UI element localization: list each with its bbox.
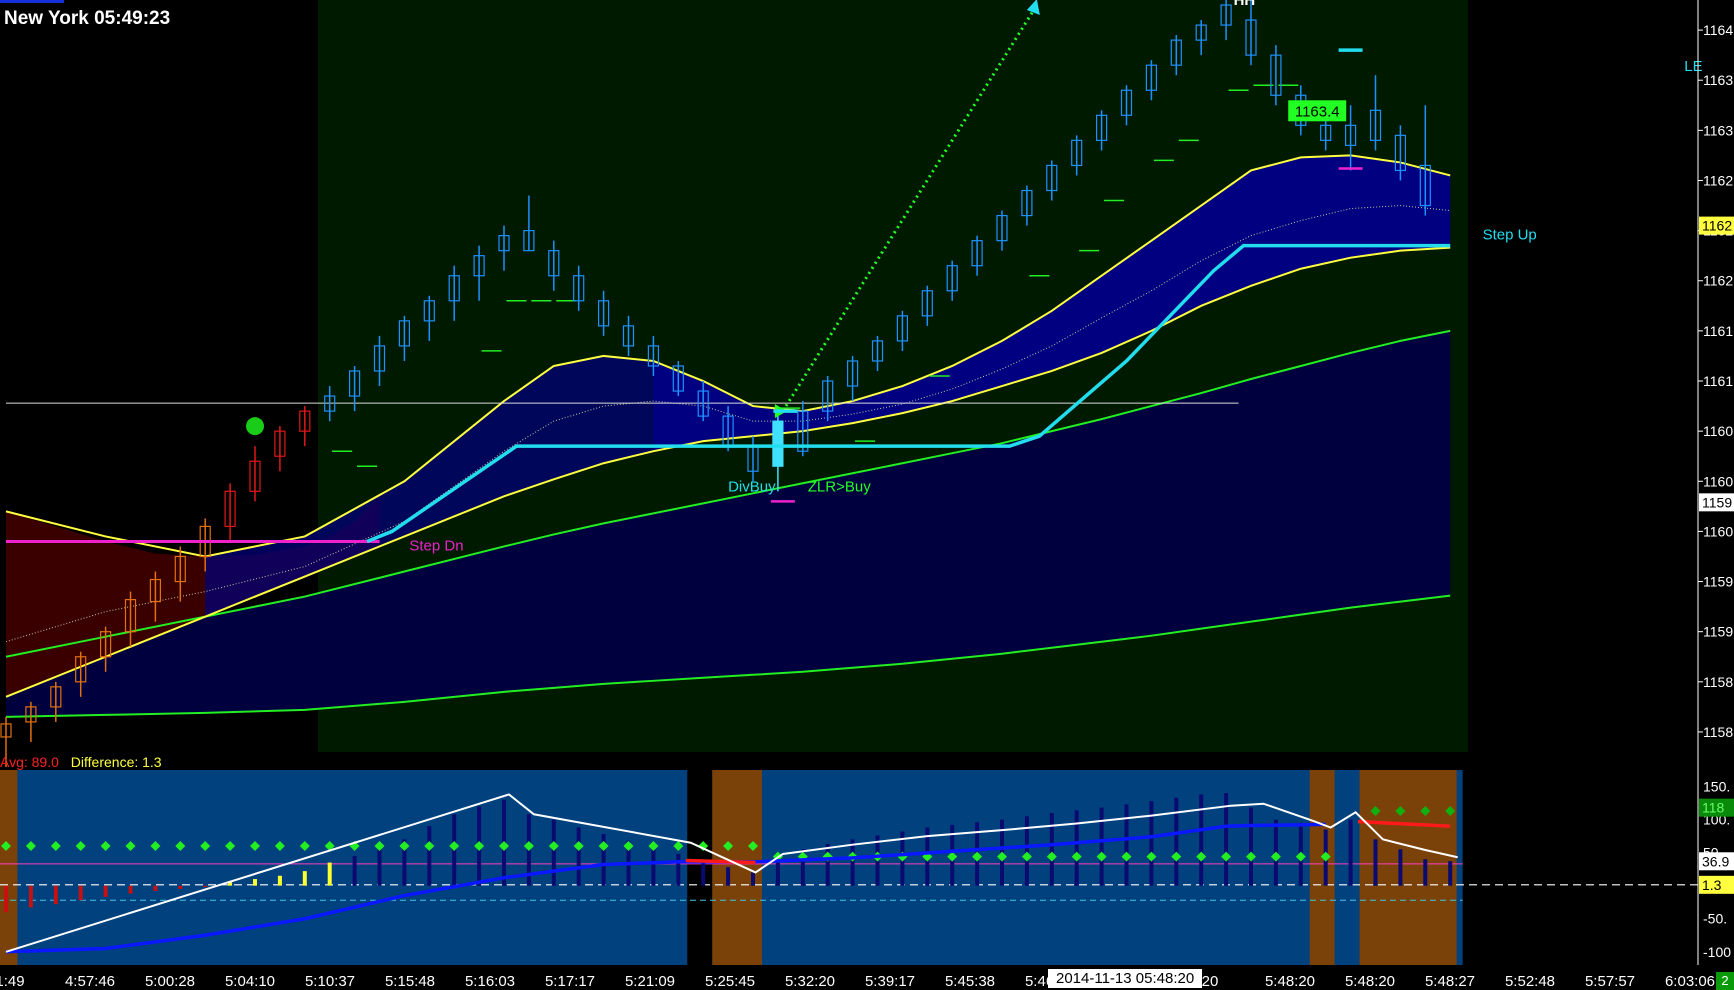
price-box-label: 1159: [1702, 494, 1732, 510]
corner-status-box[interactable]: 2: [1716, 972, 1734, 990]
oscillator-black-zone: [687, 770, 713, 965]
x-tick-label: 5:25:45: [705, 973, 755, 990]
annotation-label: Step Dn: [409, 537, 463, 554]
y-tick-label: 1161: [1703, 323, 1733, 339]
annotation-label: LE: [1684, 58, 1702, 75]
x-tick-label: 5:45:38: [945, 973, 995, 990]
osc-value-box-label: 118: [1702, 800, 1725, 816]
x-tick-label: 5:04:10: [225, 973, 275, 990]
y-tick-label: 1162: [1703, 273, 1733, 289]
trading-chart[interactable]: HH LE 1163.4 Step Up Step Dn DivBuy ZLR>Buy 116…: [0, 0, 1734, 990]
y-tick-label: 1158: [1703, 724, 1733, 740]
y-tick-label: 1160: [1703, 473, 1733, 489]
x-tick-label: 5:32:20: [785, 973, 835, 990]
x-tick-label: 5:48:20: [1345, 973, 1395, 990]
y-tick-label: 1161: [1703, 373, 1733, 389]
annotation-label: HH: [1234, 0, 1256, 9]
y-tick-label: 1159: [1703, 574, 1733, 590]
y-tick-label: 1162: [1703, 172, 1733, 188]
y-tick-label: 1160: [1703, 423, 1733, 439]
x-tick-label: 5:10:37: [305, 973, 355, 990]
annotation-label: ZLR>Buy: [808, 478, 871, 495]
crosshair-date-box: 2014-11-13 05:48:20: [1048, 969, 1203, 988]
x-tick-label: 5:48:20: [1265, 973, 1315, 990]
annotation-label: Step Up: [1483, 227, 1537, 244]
price-box-label: 1162: [1702, 218, 1732, 234]
x-tick-label: 20: [1202, 973, 1219, 990]
y-tick-label: 1158: [1703, 674, 1733, 690]
x-tick-label: 5:21:09: [625, 973, 675, 990]
price-label: 1163.4: [1295, 103, 1340, 120]
x-tick-label: 6:03:06: [1665, 973, 1715, 990]
y-tick-label: 1164: [1703, 22, 1733, 38]
top-accent-bar: [0, 0, 64, 3]
y-tick-label: 1160: [1703, 523, 1733, 539]
x-tick-label: 5:52:48: [1505, 973, 1555, 990]
x-tick-label: 5:48:27: [1425, 973, 1475, 990]
osc-value-box-label: 1.3: [1702, 877, 1722, 893]
x-tick-label: 1:49: [0, 973, 25, 990]
x-tick-label: 5:17:17: [545, 973, 595, 990]
oscillator-brown-zone: [1309, 770, 1335, 965]
oscillator-readout: Avg: 89.0 Difference: 1.3: [0, 754, 162, 770]
x-tick-label: 5:39:17: [865, 973, 915, 990]
y-tick-label: 1163: [1703, 72, 1733, 88]
x-tick-label: 5:16:03: [465, 973, 515, 990]
osc-y-tick-label: 150.: [1703, 779, 1730, 795]
osc-y-tick-label: -100: [1703, 944, 1731, 960]
difference-readout: Difference: 1.3: [70, 754, 162, 770]
x-tick-label: 5:00:28: [145, 973, 195, 990]
oscillator-brown-zone: [0, 770, 18, 965]
x-tick-label: 5:15:48: [385, 973, 435, 990]
annotation-label: DivBuy: [728, 478, 776, 495]
osc-value-box-label: 36.9: [1702, 853, 1729, 869]
x-tick-label: 5:57:57: [1585, 973, 1635, 990]
y-tick-label: 1159: [1703, 624, 1733, 640]
candle-body: [772, 420, 784, 467]
oscillator-brown-zone: [712, 770, 762, 965]
x-tick-label: 4:57:46: [65, 973, 115, 990]
clock-label: New York 05:49:23: [4, 8, 171, 29]
avg-readout: Avg: 89.0: [0, 754, 59, 770]
osc-y-tick-label: -50.: [1703, 911, 1727, 927]
signal-dot: [246, 417, 264, 436]
osc-red-segment: [685, 858, 756, 865]
y-tick-label: 1163: [1703, 122, 1733, 138]
